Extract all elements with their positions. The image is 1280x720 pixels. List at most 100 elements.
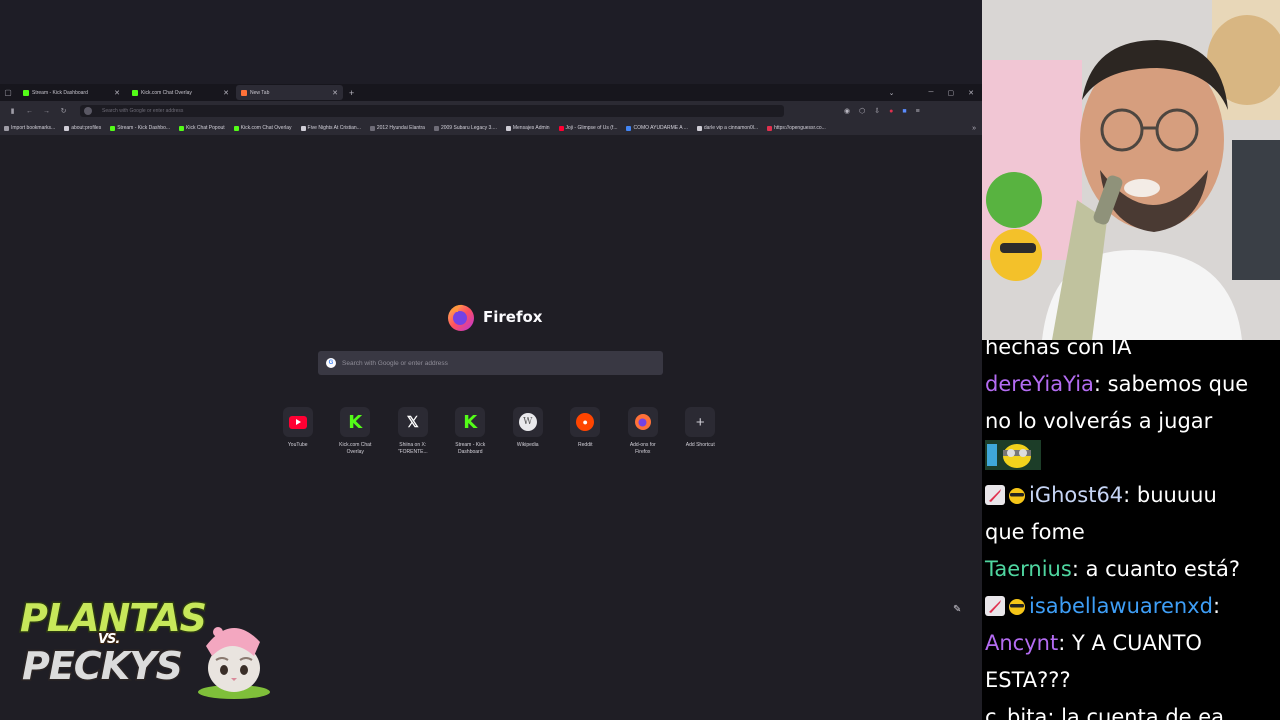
chat-username[interactable]: iGhost64 xyxy=(1029,483,1123,507)
chat-message-line: hechas con IA xyxy=(985,340,1280,366)
chat-message-line: que fome xyxy=(985,514,1280,551)
bookmark-favicon-icon xyxy=(626,125,632,131)
shortcut-label: Shiina on X: "FORENTE... xyxy=(397,442,428,455)
chat-message-line: isabellawuarenxd: xyxy=(985,588,1280,625)
reload-icon[interactable]: ↻ xyxy=(55,104,72,118)
bookmark-favicon-icon xyxy=(233,125,239,131)
shortcut-youtube[interactable]: YouTube xyxy=(269,407,327,456)
navigation-toolbar: ▮ ← → ↻ Search with Google or enter addr… xyxy=(0,101,982,121)
chat-username[interactable]: Taernius xyxy=(985,557,1072,581)
bookmarks-toolbar: Import bookmarks... about:profiles Stream … xyxy=(0,121,982,135)
chat-overlay: hechas con IA dereYiaYia: sabemos que no l… xyxy=(982,340,1280,720)
chat-message-text: ESTA??? xyxy=(985,668,1071,692)
chat-message-text: : xyxy=(1212,594,1221,618)
minimize-icon[interactable]: ─ xyxy=(929,89,934,96)
shortcut-tile[interactable]: 𝕏 xyxy=(397,407,428,437)
close-tab-icon[interactable]: ✕ xyxy=(114,89,120,97)
cat-mascot-icon xyxy=(198,627,270,699)
bookmark-item[interactable]: Stream - Kick Dashbo... xyxy=(110,125,170,131)
bookmark-label: Five Nights At Cristian... xyxy=(307,125,361,131)
tab-chat-overlay[interactable]: Kick.com Chat Overlay ✕ xyxy=(127,85,234,100)
menu-icon[interactable]: ≡ xyxy=(916,108,920,115)
chat-message-text: : la cuenta de ea xyxy=(1047,705,1225,720)
account-icon[interactable]: ◉ xyxy=(844,107,850,115)
bookmark-label: 2012 Hyundai Elantra xyxy=(376,125,425,131)
new-tab-button[interactable]: + xyxy=(349,88,354,98)
shortcut-kick-chat-overlay[interactable]: K Kick.com Chat Overlay xyxy=(327,407,385,456)
shortcut-tile[interactable]: + xyxy=(685,407,716,437)
close-tab-icon[interactable]: ✕ xyxy=(332,89,338,97)
close-tab-icon[interactable]: ✕ xyxy=(223,89,229,97)
bookmark-item[interactable]: 2009 Subaru Legacy 3.... xyxy=(433,125,497,131)
shortcut-x[interactable]: 𝕏 Shiina on X: "FORENTE... xyxy=(384,407,442,456)
close-window-icon[interactable]: ✕ xyxy=(968,89,974,97)
bookmark-label: Kick Chat Popout xyxy=(186,125,225,131)
shortcut-tile[interactable] xyxy=(282,407,313,437)
bookmark-item[interactable]: COMO AYUDARME A ... xyxy=(626,125,688,131)
kick-icon xyxy=(132,89,138,96)
chat-username[interactable]: dereYiaYia xyxy=(985,372,1094,396)
shortcut-tile[interactable]: K xyxy=(455,407,486,437)
tab-new-tab[interactable]: New Tab ✕ xyxy=(236,85,343,100)
shortcut-tile[interactable]: ● xyxy=(570,407,601,437)
shortcut-tile[interactable]: W xyxy=(512,407,543,437)
downloads-icon[interactable]: ⇩ xyxy=(874,107,880,115)
bookmark-favicon-icon xyxy=(696,125,702,131)
sunglasses-emoji-icon xyxy=(1009,599,1025,615)
tab-title: Stream - Kick Dashboard xyxy=(32,89,88,96)
bookmark-item[interactable]: 2012 Hyundai Elantra xyxy=(369,125,425,131)
window-controls: ⌄ ─ ▢ ✕ xyxy=(889,89,982,97)
bookmark-item[interactable]: about:profiles xyxy=(64,125,101,131)
shortcut-label: Kick.com Chat Overlay xyxy=(339,442,372,455)
bookmark-item[interactable]: Mensajes Admin xyxy=(505,125,550,131)
kick-icon: K xyxy=(463,411,478,433)
shortcut-label: Reddit xyxy=(578,442,593,448)
maximize-icon[interactable]: ▢ xyxy=(948,89,955,97)
customize-pencil-icon[interactable]: ✎ xyxy=(953,604,961,615)
bookmark-item[interactable]: https://openguessr.co... xyxy=(767,125,826,131)
shortcut-add[interactable]: + Add Shortcut xyxy=(672,407,730,456)
chat-username[interactable]: isabellawuarenxd xyxy=(1029,594,1213,618)
bookmark-favicon-icon xyxy=(369,125,375,131)
bookmark-item[interactable]: darle vip a cinnamon0l... xyxy=(696,125,758,131)
more-bookmarks-icon[interactable]: » xyxy=(972,125,976,132)
url-bar[interactable]: Search with Google or enter address xyxy=(80,105,784,117)
youtube-icon xyxy=(288,415,307,429)
bookmark-favicon-icon xyxy=(110,125,116,131)
shortcut-wikipedia[interactable]: W Wikipedia xyxy=(499,407,557,456)
chat-message-line: iGhost64: buuuuu xyxy=(985,477,1280,514)
bookmark-item[interactable]: Import bookmarks... xyxy=(4,125,55,131)
bookmark-label: https://openguessr.co... xyxy=(774,125,826,131)
extension-icon[interactable]: ■ xyxy=(902,108,906,115)
shortcut-tile[interactable] xyxy=(627,407,658,437)
bookmark-item[interactable]: Five Nights At Cristian... xyxy=(300,125,361,131)
shortcut-label: Add Shortcut xyxy=(685,442,715,448)
streamer-webcam-image xyxy=(982,0,1280,340)
list-tabs-icon[interactable]: ⌄ xyxy=(889,89,895,97)
forward-icon[interactable]: → xyxy=(38,104,55,118)
newtab-search-input[interactable]: G Search with Google or enter address xyxy=(318,351,663,375)
tab-title: Kick.com Chat Overlay xyxy=(141,89,192,96)
search-engine-icon[interactable] xyxy=(84,107,92,115)
tab-stream-dashboard[interactable]: Stream - Kick Dashboard ✕ xyxy=(18,85,125,100)
firefox-view-icon[interactable]: ▢ xyxy=(0,85,16,101)
bookmark-item[interactable]: Joji - Glimpse of Us (f... xyxy=(558,125,617,131)
bookmark-item[interactable]: Kick.com Chat Overlay xyxy=(233,125,292,131)
sidebar-icon[interactable]: ▮ xyxy=(4,104,21,118)
shortcut-kick-dashboard[interactable]: K Stream - Kick Dashboard xyxy=(442,407,500,456)
back-icon[interactable]: ← xyxy=(21,104,38,118)
firefox-brand: Firefox xyxy=(446,302,542,332)
save-to-pocket-icon[interactable]: ⬡ xyxy=(859,107,865,115)
search-placeholder: Search with Google or enter address xyxy=(342,359,448,367)
extension-icon[interactable]: ● xyxy=(889,108,893,115)
bookmark-favicon-icon xyxy=(558,125,564,131)
shortcut-addons[interactable]: Add-ons for Firefox xyxy=(614,407,672,456)
shortcut-reddit[interactable]: ● Reddit xyxy=(557,407,615,456)
shortcut-label: Stream - Kick Dashboard xyxy=(455,442,486,455)
chat-username[interactable]: Ancynt xyxy=(985,631,1058,655)
chat-username[interactable]: c_bita xyxy=(985,705,1047,720)
chat-message-line: c_bita: la cuenta de ea xyxy=(985,699,1280,720)
shortcut-tile[interactable]: K xyxy=(340,407,371,437)
bookmark-item[interactable]: Kick Chat Popout xyxy=(179,125,225,131)
firefox-logo-icon xyxy=(448,304,474,331)
